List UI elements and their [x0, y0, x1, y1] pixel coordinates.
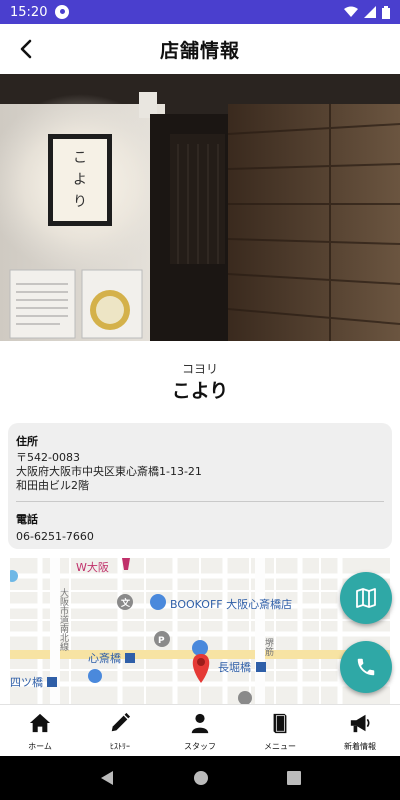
nav-label-history: ﾋｽﾄﾘｰ: [110, 742, 130, 751]
pencil-icon: [108, 711, 132, 735]
wifi-icon: [344, 6, 358, 17]
map-label-shinsaibashi: 心斎橋: [88, 651, 121, 665]
map-label-w-osaka: W大阪: [76, 560, 109, 574]
back-triangle-icon[interactable]: [99, 770, 115, 786]
map-label-nagahoribashi: 長堀橋: [218, 660, 251, 674]
nav-label-home: ホーム: [28, 742, 52, 751]
svg-text:文: 文: [120, 597, 131, 609]
open-map-button[interactable]: [340, 572, 392, 624]
map-label-bookoff: BOOKOFF 大阪心斎橋店: [170, 597, 292, 611]
map-icon: [356, 588, 376, 608]
address-label: 住所: [16, 435, 38, 448]
nav-label-staff: スタッフ: [184, 742, 216, 751]
sign-char-1: こ: [73, 150, 87, 166]
store-photo: こ よ り: [0, 74, 400, 341]
back-button[interactable]: [12, 35, 40, 63]
address-line-2: 和田由ビル2階: [16, 479, 89, 492]
nav-item-home[interactable]: ホーム: [0, 705, 80, 756]
nav-item-staff[interactable]: スタッフ: [160, 705, 240, 756]
street-label-left: 大阪市道南北線: [58, 587, 69, 651]
map-label-yotsubashi: 四ツ橋: [10, 675, 43, 689]
postal-code: 〒542-0083: [16, 451, 80, 464]
battery-icon: [382, 5, 390, 19]
nav-item-history[interactable]: ﾋｽﾄﾘｰ: [80, 705, 160, 756]
screen: 15:20 店舗情報 こ よ り コヨリ こより 住所 〒542-0083 大阪…: [0, 0, 400, 800]
store-name: こより: [171, 380, 229, 402]
system-nav-bar: [0, 756, 400, 800]
phone-icon: [357, 658, 375, 676]
home-icon: [28, 711, 52, 735]
sign-char-3: り: [73, 194, 87, 210]
notification-icon: [55, 5, 70, 19]
signal-icon: [364, 6, 376, 18]
nav-label-news: 新着情報: [344, 742, 376, 751]
store-kana: コヨリ: [181, 362, 218, 376]
book-icon: [268, 711, 292, 735]
home-circle-icon[interactable]: [193, 770, 209, 786]
recents-square-icon[interactable]: [287, 771, 301, 785]
map-view[interactable]: 大阪市道南北線 堺筋 W大阪 文 BOOKOFF 大阪心斎橋店 P 心斎橋 四ツ…: [10, 558, 390, 704]
app-header: 店舗情報: [0, 24, 400, 74]
phone-label: 電話: [16, 513, 38, 526]
status-time: 15:20: [10, 4, 48, 20]
svg-text:P: P: [158, 636, 165, 646]
nav-item-news[interactable]: 新着情報: [320, 705, 400, 756]
address-line-1[interactable]: 大阪府大阪市中央区東心斎橋1-13-21: [16, 465, 384, 479]
chevron-left-icon: [20, 39, 32, 59]
call-button[interactable]: [340, 641, 392, 693]
sign-char-2: よ: [73, 172, 87, 188]
page-title: 店舗情報: [159, 39, 240, 62]
bottom-nav: ホーム ﾋｽﾄﾘｰ スタッフ メニュー 新着情報: [0, 704, 400, 756]
megaphone-icon: [348, 711, 372, 735]
status-bar: 15:20: [0, 0, 400, 24]
phone-number[interactable]: 06-6251-7660: [16, 530, 384, 544]
person-icon: [188, 711, 212, 735]
status-icons: [344, 5, 390, 19]
info-card: 住所 〒542-0083 大阪府大阪市中央区東心斎橋1-13-21 和田由ビル2…: [8, 423, 392, 549]
street-label-right: 堺筋: [263, 637, 274, 657]
info-divider: [16, 501, 384, 502]
nav-label-menu: メニュー: [264, 742, 296, 751]
nav-item-menu[interactable]: メニュー: [240, 705, 320, 756]
